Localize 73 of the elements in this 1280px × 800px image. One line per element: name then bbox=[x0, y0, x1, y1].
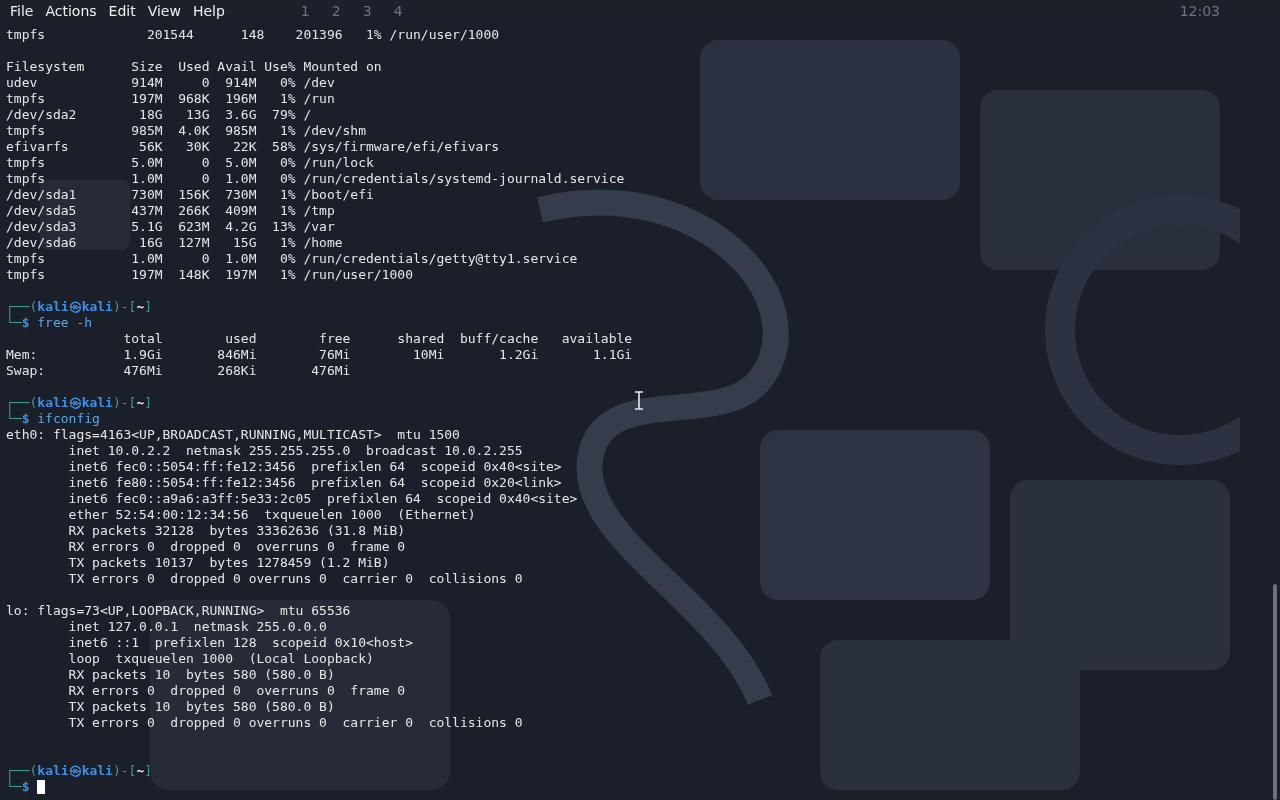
terminal-output-line: TX errors 0 dropped 0 overruns 0 carrier 0 collisions 0 bbox=[67, 715, 523, 731]
terminal-output-line: RX errors 0 dropped 0 overruns 0 frame 0 bbox=[67, 539, 406, 555]
prompt-frame: )-[ bbox=[112, 395, 137, 411]
text-cursor-icon bbox=[634, 391, 644, 410]
terminal-output-line: inet 127.0.0.1 netmask 255.0.0.0 bbox=[67, 619, 327, 635]
prompt-host: kali bbox=[81, 395, 113, 411]
prompt-separator: ㉿ bbox=[68, 763, 82, 779]
terminal-output-line: loop txqueuelen 1000 (Local Loopback) bbox=[67, 651, 374, 667]
scrollbar[interactable] bbox=[1273, 584, 1277, 800]
prompt-host: kali bbox=[81, 763, 113, 779]
prompt-directory: ~ bbox=[136, 395, 145, 411]
prompt-user: kali bbox=[37, 299, 69, 315]
prompt-frame: ┌──( bbox=[6, 299, 38, 315]
terminal-output-line: /dev/sda2 18G 13G 3.6G 79% / bbox=[6, 107, 312, 123]
panel-clock: 12:03 bbox=[1179, 3, 1220, 19]
terminal-output-line: Filesystem Size Used Avail Use% Mounted on bbox=[6, 59, 382, 75]
menu-item[interactable]: File bbox=[4, 3, 40, 19]
prompt-host: kali bbox=[81, 299, 113, 315]
prompt-frame: ┌──( bbox=[6, 395, 38, 411]
terminal-output-line: TX packets 10137 bytes 1278459 (1.2 MiB) bbox=[67, 555, 390, 571]
prompt-frame: └─ bbox=[6, 411, 22, 427]
prompt-separator: ㉿ bbox=[68, 299, 82, 315]
menu-item[interactable]: View bbox=[141, 3, 187, 19]
prompt-frame: └─ bbox=[6, 779, 22, 795]
prompt-frame: ] bbox=[144, 763, 153, 779]
terminal-output-line: inet6 fec0::5054:ff:fe12:3456 prefixlen 64 scopeid 0x40<site> bbox=[67, 459, 562, 475]
prompt-separator: ㉿ bbox=[68, 395, 82, 411]
terminal-output-line: Swap: 476Mi 268Ki 476Mi bbox=[6, 363, 351, 379]
terminal-output-line: tmpfs 1.0M 0 1.0M 0% /run/credentials/getty@tty1.service bbox=[6, 251, 578, 267]
terminal-output-line: lo: flags=73<UP,LOOPBACK,RUNNING> mtu 65536 bbox=[6, 603, 351, 619]
prompt-frame: └─ bbox=[6, 315, 22, 331]
terminal-output-line: inet6 ::1 prefixlen 128 scopeid 0x10<host> bbox=[67, 635, 413, 651]
prompt-directory: ~ bbox=[136, 763, 145, 779]
menu-item[interactable]: Help bbox=[186, 3, 231, 19]
menu-item[interactable]: Actions bbox=[39, 3, 103, 19]
terminal-output-line: tmpfs 5.0M 0 5.0M 0% /run/lock bbox=[6, 155, 374, 171]
prompt-frame: ] bbox=[144, 299, 153, 315]
terminal-output-line: /dev/sda3 5.1G 623M 4.2G 13% /var bbox=[6, 219, 335, 235]
terminal-output-line: /dev/sda6 16G 127M 15G 1% /home bbox=[6, 235, 343, 251]
prompt-user: kali bbox=[37, 763, 69, 779]
terminal-output-line: udev 914M 0 914M 0% /dev bbox=[6, 75, 335, 91]
terminal-output-line: ether 52:54:00:12:34:56 txqueuelen 1000 (Ethernet) bbox=[67, 507, 476, 523]
terminal-output-line: /dev/sda1 730M 156K 730M 1% /boot/efi bbox=[6, 187, 374, 203]
prompt-frame: )-[ bbox=[112, 763, 137, 779]
prompt-frame: ] bbox=[144, 395, 153, 411]
terminal-output-line: inet6 fec0::a9a6:a3ff:5e33:2c05 prefixlen 64 scopeid 0x40<site> bbox=[67, 491, 578, 507]
terminal-output-line: RX packets 32128 bytes 33362636 (31.8 MiB) bbox=[67, 523, 406, 539]
prompt-frame: ┌──( bbox=[6, 763, 38, 779]
terminal-output-line: inet 10.0.2.2 netmask 255.255.255.0 broadcast 10.0.2.255 bbox=[67, 443, 523, 459]
command-text: ifconfig bbox=[37, 411, 100, 427]
terminal-output-line: RX packets 10 bytes 580 (580.0 B) bbox=[67, 667, 335, 683]
terminal-output-line: inet6 fe80::5054:ff:fe12:3456 prefixlen 64 scopeid 0x20<link> bbox=[67, 475, 562, 491]
menu-item[interactable]: Edit bbox=[102, 3, 142, 19]
prompt-symbol: $ bbox=[21, 779, 30, 795]
prompt-directory: ~ bbox=[136, 299, 145, 315]
prompt-symbol: $ bbox=[21, 411, 30, 427]
terminal-output-line: tmpfs 197M 968K 196M 1% /run bbox=[6, 91, 335, 107]
terminal-output-line: Mem: 1.9Gi 846Mi 76Mi 10Mi 1.2Gi 1.1Gi bbox=[6, 347, 633, 363]
terminal-output-line: total used free shared buff/cache available bbox=[122, 331, 633, 347]
prompt-symbol: $ bbox=[21, 315, 30, 331]
terminal-output-line: tmpfs 197M 148K 197M 1% /run/user/1000 bbox=[6, 267, 413, 283]
terminal-output-line: TX errors 0 dropped 0 overruns 0 carrier 0 collisions 0 bbox=[67, 571, 523, 587]
prompt-frame: )-[ bbox=[112, 299, 137, 315]
terminal-output-line: efivarfs 56K 30K 22K 58% /sys/firmware/efi/efivars bbox=[6, 139, 500, 155]
command-text: free -h bbox=[37, 315, 93, 331]
terminal-output-line: tmpfs 985M 4.0K 985M 1% /dev/shm bbox=[6, 123, 367, 139]
prompt-user: kali bbox=[37, 395, 69, 411]
terminal-output-line: RX errors 0 dropped 0 overruns 0 frame 0 bbox=[67, 683, 406, 699]
terminal-output-line: eth0: flags=4163<UP,BROADCAST,RUNNING,MULTICAST> mtu 1500 bbox=[6, 427, 460, 443]
terminal-output-line: TX packets 10 bytes 580 (580.0 B) bbox=[67, 699, 335, 715]
terminal-output-line: tmpfs 201544 148 201396 1% /run/user/1000 bbox=[6, 27, 500, 43]
terminal-output-line: tmpfs 1.0M 0 1.0M 0% /run/credentials/systemd-journald.service bbox=[6, 171, 625, 187]
terminal-output-line: /dev/sda5 437M 266K 409M 1% /tmp bbox=[6, 203, 335, 219]
